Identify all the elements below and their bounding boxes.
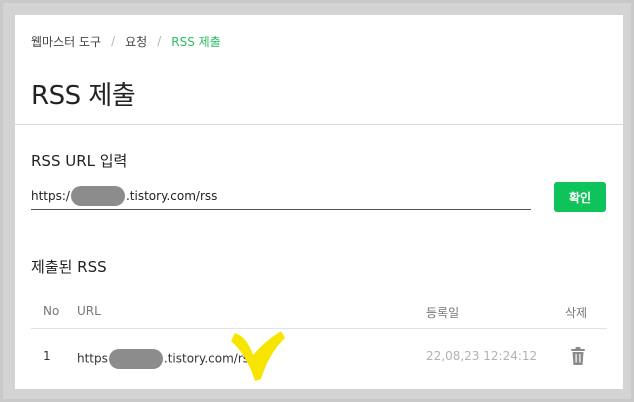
header-no: No (43, 304, 60, 318)
url-value-suffix: .tistory.com/rss (125, 189, 218, 203)
row-date: 22,08,23 12:24:12 (426, 349, 538, 363)
url-value-prefix: https:/ (31, 189, 70, 203)
window-frame: 웹마스터 도구 / 요청 / RSS 제출 RSS 제출 RSS URL 입력 … (3, 3, 631, 399)
breadcrumb: 웹마스터 도구 / 요청 / RSS 제출 (31, 31, 221, 51)
table-row: 1 https .tistory.com/rss 22,08,23 12:24:1… (31, 345, 607, 371)
table-header: No URL 등록일 삭제 (31, 298, 607, 329)
content-panel: 웹마스터 도구 / 요청 / RSS 제출 RSS 제출 RSS URL 입력 … (15, 15, 623, 389)
header-url: URL (77, 304, 101, 318)
divider (15, 124, 623, 125)
page-title: RSS 제출 (31, 81, 136, 111)
breadcrumb-request[interactable]: 요청 (125, 33, 147, 50)
breadcrumb-rss-submit: RSS 제출 (171, 34, 221, 49)
row-no: 1 (43, 349, 51, 363)
breadcrumb-webmaster-tools[interactable]: 웹마스터 도구 (31, 33, 101, 50)
breadcrumb-separator: / (111, 34, 116, 48)
row-url-prefix: https (77, 351, 108, 366)
submitted-rss-title: 제출된 RSS (31, 258, 107, 276)
confirm-button[interactable]: 확인 (554, 182, 606, 212)
header-date: 등록일 (426, 306, 460, 320)
redaction-blur (108, 349, 163, 369)
header-delete: 삭제 (565, 306, 588, 320)
trash-icon[interactable] (570, 346, 586, 366)
rss-url-label: RSS URL 입력 (31, 152, 128, 170)
rss-url-input[interactable]: https:/ .tistory.com/rss (31, 183, 531, 210)
check-annotation-icon (231, 331, 285, 381)
breadcrumb-separator: / (157, 34, 162, 48)
redaction-blur (70, 186, 125, 206)
